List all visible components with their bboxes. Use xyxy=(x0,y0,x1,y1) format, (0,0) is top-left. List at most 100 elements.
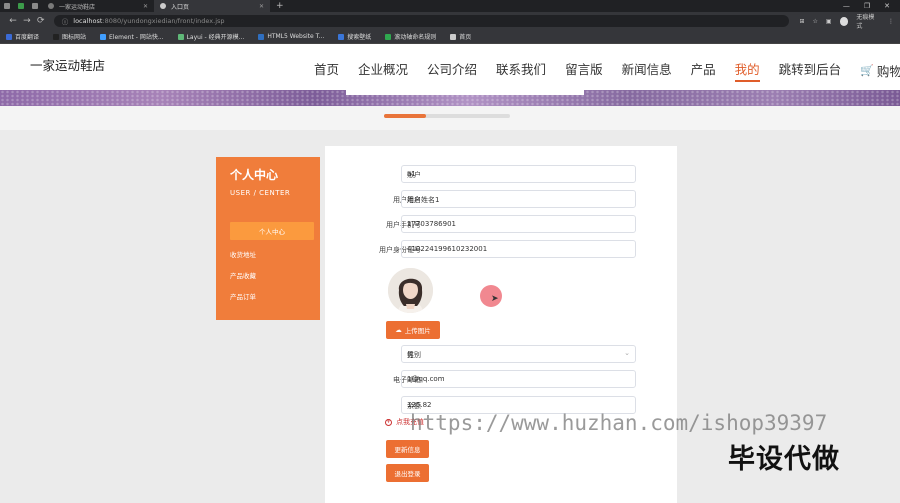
toolbar-right: ⊞ ☆ ▣ 无痕模式 ⋮ xyxy=(799,12,894,30)
bookmarks-bar: 百度翻译 图标网站 Element - 网站快... Layui - 经典开源模...… xyxy=(0,30,900,44)
site-logo[interactable]: 一家运动鞋店 xyxy=(30,55,105,74)
bookmark-icon xyxy=(258,33,265,40)
upload-image-button[interactable]: ☁ 上传图片 xyxy=(386,321,440,339)
form-row-email: 电子邮箱 1@qq.com xyxy=(325,370,677,390)
bookmark-icon xyxy=(385,33,392,40)
carousel-indicator-active xyxy=(384,114,426,118)
email-input[interactable]: 1@qq.com xyxy=(401,370,636,388)
close-icon[interactable]: ✕ xyxy=(259,3,264,10)
avatar xyxy=(388,268,433,313)
sidebar-item-profile[interactable]: 个人中心 xyxy=(230,222,314,240)
bookmark-label: 滚动轴命名规则 xyxy=(394,34,437,41)
profile-label[interactable]: 无痕模式 xyxy=(856,12,880,30)
address-bar-row: ← → ⟳ ⓘ localhost :8080/yundongxiedian/f… xyxy=(0,12,900,30)
site-header: 一家运动鞋店 首页 企业概况 公司介绍 联系我们 留言版 新闻信息 产品 我的 跳转到后台 🛒 购物… xyxy=(0,44,900,90)
close-icon[interactable]: ✕ xyxy=(143,3,148,10)
bookmark-icon xyxy=(53,33,60,40)
tab-mini-1[interactable] xyxy=(0,0,14,12)
form-row-phone: 用户手机号 17703786901 xyxy=(325,215,677,235)
bookmark-item[interactable]: 百度翻译 xyxy=(6,32,39,41)
tab-label: 一家运动鞋店 xyxy=(59,3,96,11)
star-icon[interactable]: ☆ xyxy=(813,18,818,25)
tab-favicon-icon xyxy=(18,3,24,9)
id-card-input[interactable]: 410224199610232001 xyxy=(401,240,636,258)
user-center-sidebar: 个人中心 USER / CENTER 个人中心 收货地址 产品收藏 产品订单 xyxy=(216,157,320,320)
nav-item[interactable]: 留言版 xyxy=(565,59,603,82)
url-host: localhost xyxy=(73,17,103,25)
bookmark-item[interactable]: 搜索壁纸 xyxy=(338,32,371,41)
cloud-upload-icon: ☁ xyxy=(395,326,402,334)
update-info-button[interactable]: 更新信息 xyxy=(386,440,429,458)
yen-icon: ¥ xyxy=(385,418,392,426)
nav-item[interactable]: 企业概况 xyxy=(358,59,408,82)
bookmark-label: 搜索壁纸 xyxy=(347,34,372,41)
bookmark-item[interactable]: 滚动轴命名规则 xyxy=(385,32,436,41)
reload-icon[interactable]: ⟳ xyxy=(34,16,48,26)
bookmark-item[interactable]: Element - 网站快... xyxy=(100,32,164,41)
nav-item[interactable]: 联系我们 xyxy=(496,59,546,82)
nav-item[interactable]: 我的 xyxy=(734,59,760,82)
logout-button[interactable]: 退出登录 xyxy=(386,464,429,482)
sidebar-item-orders[interactable]: 产品订单 xyxy=(230,291,256,301)
forward-icon[interactable]: → xyxy=(20,16,34,26)
bookmark-item[interactable]: 图标网站 xyxy=(53,32,86,41)
avatar-portrait-icon xyxy=(388,268,433,313)
phone-input[interactable]: 17703786901 xyxy=(401,215,636,233)
tab-mini-2[interactable] xyxy=(14,0,28,12)
form-row-account: 账户 a1 xyxy=(325,165,677,185)
browser-tab-2[interactable]: 入口页 ✕ xyxy=(154,0,270,12)
nav-item[interactable]: 公司介绍 xyxy=(427,59,477,82)
bookmark-label: HTML5 Website T... xyxy=(267,33,325,40)
chevron-down-icon: ⌄ xyxy=(624,349,630,357)
menu-icon[interactable]: ⋮ xyxy=(888,18,894,25)
tab-mini-3[interactable] xyxy=(28,0,42,12)
browser-tab-bar: 一家运动鞋店 ✕ 入口页 ✕ + — ❐ ✕ xyxy=(0,0,900,12)
bookmark-icon xyxy=(450,33,457,40)
tab-label: 入口页 xyxy=(171,3,190,11)
new-tab-button[interactable]: + xyxy=(276,1,284,11)
banner-image xyxy=(0,90,900,106)
banner-overlay xyxy=(346,90,584,95)
browser-tab-1[interactable]: 一家运动鞋店 ✕ xyxy=(42,0,154,12)
bookmark-icon xyxy=(6,33,12,40)
extensions-icon[interactable]: ▣ xyxy=(826,18,832,25)
upload-label: 上传图片 xyxy=(404,327,431,335)
bookmark-item[interactable]: Layui - 经典开源模... xyxy=(177,32,245,41)
bookmark-item[interactable]: HTML5 Website T... xyxy=(258,33,324,40)
watermark-url: https://www.huzhan.com/ishop39397 xyxy=(410,411,828,435)
bookmark-icon xyxy=(177,33,184,40)
maximize-icon[interactable]: ❐ xyxy=(864,2,870,10)
window-controls: — ❐ ✕ xyxy=(843,2,900,10)
account-input[interactable]: a1 xyxy=(401,165,636,183)
nav-item-cart[interactable]: 🛒购物车 xyxy=(860,59,900,82)
back-icon[interactable]: ← xyxy=(6,16,20,26)
carousel-indicator[interactable] xyxy=(384,114,510,118)
url-input[interactable]: ⓘ localhost :8080/yundongxiedian/front/i… xyxy=(53,15,790,27)
info-icon: ⓘ xyxy=(61,18,69,26)
nav-item[interactable]: 产品 xyxy=(691,59,716,82)
gender-select[interactable]: 男 ⌄ xyxy=(401,345,636,363)
close-window-icon[interactable]: ✕ xyxy=(884,2,890,10)
minimize-icon[interactable]: — xyxy=(843,2,850,10)
bookmark-label: Element - 网站快... xyxy=(109,34,164,41)
sidebar-item-address[interactable]: 收货地址 xyxy=(230,249,256,259)
nav-item[interactable]: 跳转到后台 xyxy=(779,59,842,82)
cursor-pointer-icon: ➤ xyxy=(491,294,499,304)
profile-avatar-icon[interactable] xyxy=(839,16,849,26)
form-row-gender: 性别 男 ⌄ xyxy=(325,345,677,365)
nav-item[interactable]: 新闻信息 xyxy=(622,59,672,82)
username-input[interactable]: 用户姓名1 xyxy=(401,190,636,208)
translate-icon[interactable]: ⊞ xyxy=(799,18,804,25)
nav-item[interactable]: 首页 xyxy=(314,59,339,82)
bookmark-label: Layui - 经典开源模... xyxy=(186,34,245,41)
sidebar-item-favorites[interactable]: 产品收藏 xyxy=(230,270,256,280)
sidebar-subtitle: USER / CENTER xyxy=(230,189,291,197)
bookmark-label: 图标网站 xyxy=(62,34,87,41)
bookmark-label: 百度翻译 xyxy=(15,34,40,41)
carousel-strip xyxy=(0,106,900,130)
form-row-name: 用户姓名 用户姓名1 xyxy=(325,190,677,210)
watermark-text: 毕设代做 xyxy=(728,444,840,475)
bookmark-label: 首页 xyxy=(459,34,472,41)
tab-favicon-icon xyxy=(32,3,38,9)
bookmark-item[interactable]: 首页 xyxy=(450,32,471,41)
